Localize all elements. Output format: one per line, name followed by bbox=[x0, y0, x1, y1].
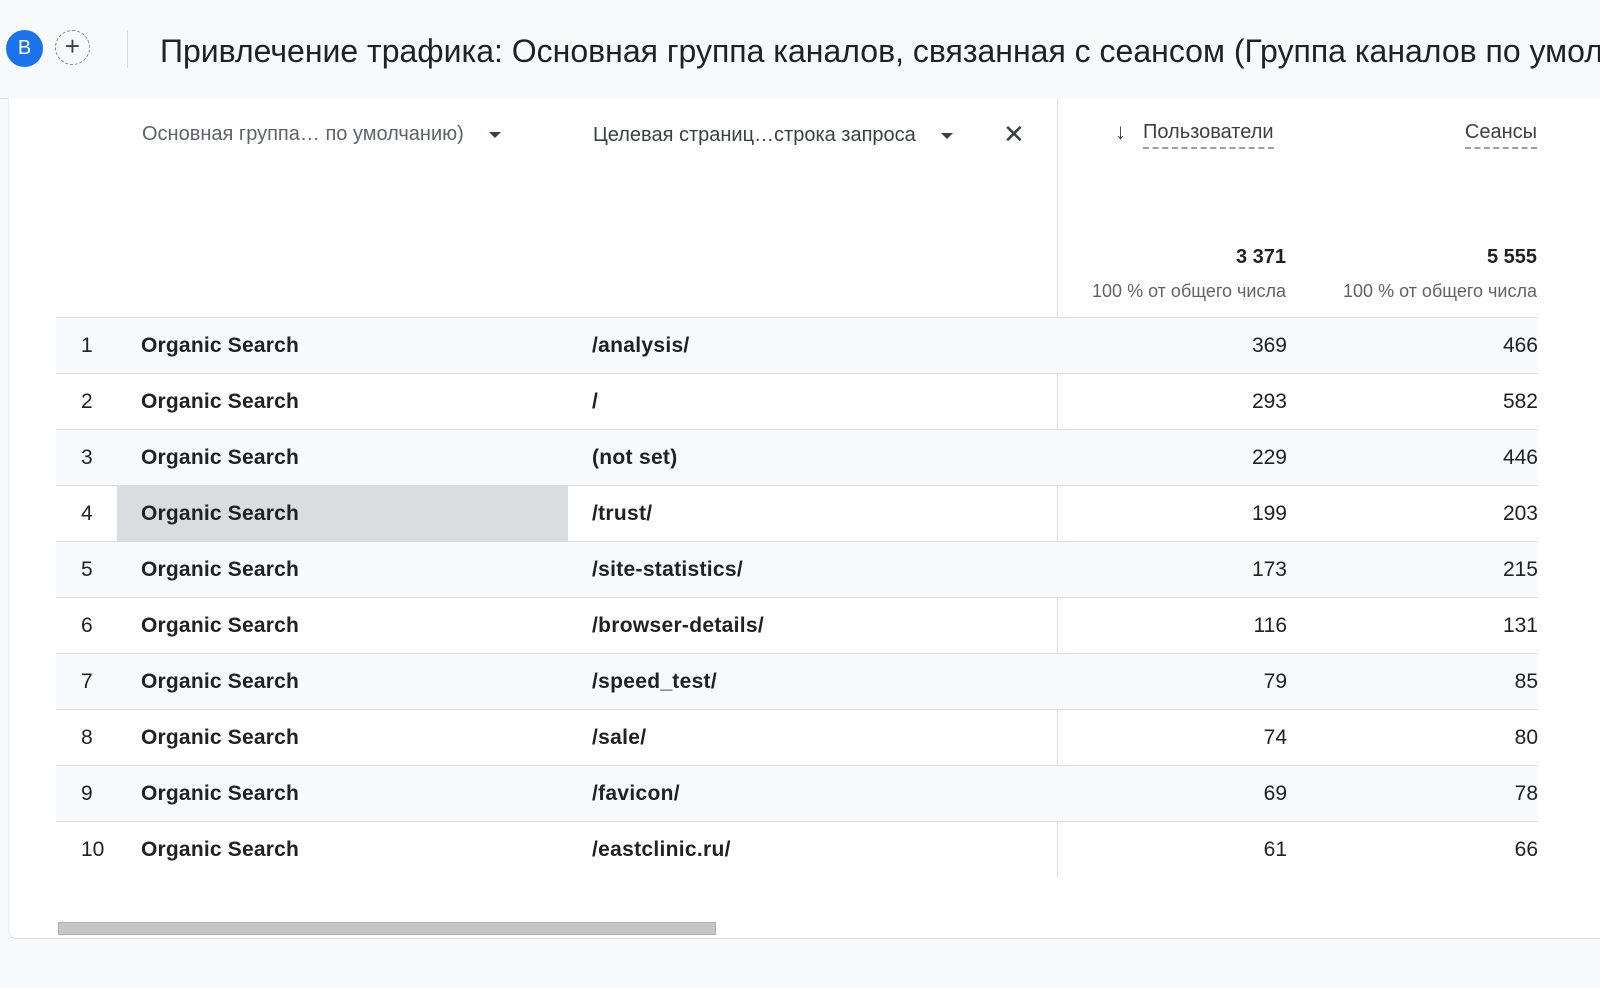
arrow-down-icon[interactable]: ↓ bbox=[1115, 118, 1126, 146]
row-channel[interactable]: Organic Search bbox=[141, 542, 299, 597]
horizontal-scrollbar[interactable] bbox=[58, 922, 1538, 936]
table-row[interactable]: 8 Organic Search /sale/ 74 80 bbox=[56, 709, 1538, 765]
row-landing-page[interactable]: /site-statistics/ bbox=[592, 542, 743, 597]
row-index: 2 bbox=[81, 390, 93, 413]
row-users: 74 bbox=[1263, 726, 1287, 749]
row-sessions: 446 bbox=[1502, 446, 1538, 469]
row-index: 1 bbox=[81, 334, 93, 357]
row-channel[interactable]: Organic Search bbox=[141, 822, 299, 877]
row-users: 199 bbox=[1251, 502, 1287, 525]
row-sessions: 66 bbox=[1514, 838, 1538, 861]
users-total: 3 371 bbox=[1235, 246, 1286, 268]
row-channel[interactable]: Organic Search bbox=[141, 598, 299, 653]
row-sessions: 215 bbox=[1502, 558, 1538, 581]
chevron-down-icon[interactable] bbox=[941, 132, 954, 139]
row-users: 69 bbox=[1263, 782, 1287, 805]
row-channel[interactable]: Organic Search bbox=[141, 374, 299, 429]
row-landing-page[interactable]: /analysis/ bbox=[592, 318, 690, 373]
row-channel[interactable]: Organic Search bbox=[141, 766, 299, 821]
row-sessions: 582 bbox=[1502, 390, 1538, 413]
row-landing-page[interactable]: /trust/ bbox=[592, 486, 652, 541]
dimension2-header-label: Целевая страниц…строка запроса bbox=[593, 124, 916, 146]
scrollbar-thumb[interactable] bbox=[58, 922, 716, 935]
table-body: 1 Organic Search /analysis/ 369 466 2 Or… bbox=[56, 317, 1538, 877]
row-users: 293 bbox=[1251, 390, 1287, 413]
page-title: Привлечение трафика: Основная группа кан… bbox=[160, 33, 1600, 69]
row-users: 369 bbox=[1251, 334, 1287, 357]
chevron-down-icon[interactable] bbox=[489, 131, 502, 138]
row-landing-page[interactable]: / bbox=[592, 374, 598, 429]
report-table-card: Основная группа… по умолчанию) Целевая с… bbox=[8, 98, 1600, 939]
add-comparison-button[interactable]: + bbox=[55, 30, 90, 65]
row-index: 5 bbox=[81, 558, 93, 581]
row-index: 6 bbox=[81, 614, 93, 637]
table-row[interactable]: 3 Organic Search (not set) 229 446 bbox=[56, 429, 1538, 485]
row-index: 3 bbox=[81, 446, 93, 469]
table-row[interactable]: 7 Organic Search /speed_test/ 79 85 bbox=[56, 653, 1538, 709]
table-row-highlighted[interactable]: 4 Organic Search /trust/ 199 203 bbox=[56, 485, 1538, 541]
row-landing-page[interactable]: /favicon/ bbox=[592, 766, 680, 821]
row-sessions: 78 bbox=[1514, 782, 1538, 805]
row-channel[interactable]: Organic Search bbox=[141, 654, 299, 709]
row-landing-page[interactable]: /speed_test/ bbox=[592, 654, 717, 709]
row-landing-page[interactable]: (not set) bbox=[592, 430, 678, 485]
row-channel[interactable]: Organic Search bbox=[141, 318, 299, 373]
row-sessions: 80 bbox=[1514, 726, 1538, 749]
row-users: 173 bbox=[1251, 558, 1287, 581]
table-row[interactable]: 2 Organic Search / 293 582 bbox=[56, 373, 1538, 429]
row-sessions: 131 bbox=[1502, 614, 1538, 637]
row-channel[interactable]: Organic Search bbox=[141, 710, 299, 765]
table-row[interactable]: 10 Organic Search /eastclinic.ru/ 61 66 bbox=[56, 821, 1538, 877]
row-index: 10 bbox=[81, 838, 105, 861]
users-column-header[interactable]: Пользователи bbox=[1143, 118, 1274, 149]
row-landing-page[interactable]: /sale/ bbox=[592, 710, 646, 765]
row-users: 116 bbox=[1253, 614, 1287, 637]
dimension1-header-label: Основная группа… по умолчанию) bbox=[142, 123, 464, 145]
row-channel[interactable]: Organic Search bbox=[141, 430, 299, 485]
dimension1-header[interactable]: Основная группа… по умолчанию) bbox=[142, 120, 502, 148]
table-row[interactable]: 6 Organic Search /browser-details/ 116 1… bbox=[56, 597, 1538, 653]
row-users: 61 bbox=[1263, 838, 1287, 861]
row-landing-page[interactable]: /eastclinic.ru/ bbox=[592, 822, 731, 877]
row-index: 4 bbox=[81, 502, 93, 525]
row-index: 9 bbox=[81, 782, 93, 805]
row-landing-page[interactable]: /browser-details/ bbox=[592, 598, 764, 653]
row-sessions: 203 bbox=[1502, 502, 1538, 525]
table-row[interactable]: 1 Organic Search /analysis/ 369 466 bbox=[56, 317, 1538, 373]
row-index: 8 bbox=[81, 726, 93, 749]
table-row[interactable]: 9 Organic Search /favicon/ 69 78 bbox=[56, 765, 1538, 821]
row-sessions: 466 bbox=[1502, 334, 1538, 357]
sessions-total: 5 555 bbox=[1486, 246, 1537, 268]
row-users: 79 bbox=[1263, 670, 1287, 693]
toolbar-divider bbox=[127, 30, 128, 68]
table-row[interactable]: 5 Organic Search /site-statistics/ 173 2… bbox=[56, 541, 1538, 597]
users-total-percent: 100 % от общего числа bbox=[1092, 281, 1286, 301]
top-bar: B + Привлечение трафика: Основная группа… bbox=[0, 0, 1600, 99]
row-channel[interactable]: Organic Search bbox=[141, 486, 299, 541]
row-sessions: 85 bbox=[1514, 670, 1538, 693]
dimension2-header[interactable]: Целевая страниц…строка запроса bbox=[593, 121, 954, 149]
user-avatar[interactable]: B bbox=[6, 30, 43, 67]
row-index: 7 bbox=[81, 670, 93, 693]
sessions-total-percent: 100 % от общего числа bbox=[1343, 281, 1537, 301]
sessions-column-header[interactable]: Сеансы bbox=[1464, 118, 1537, 149]
close-icon[interactable]: ✕ bbox=[1003, 120, 1025, 148]
row-users: 229 bbox=[1251, 446, 1287, 469]
